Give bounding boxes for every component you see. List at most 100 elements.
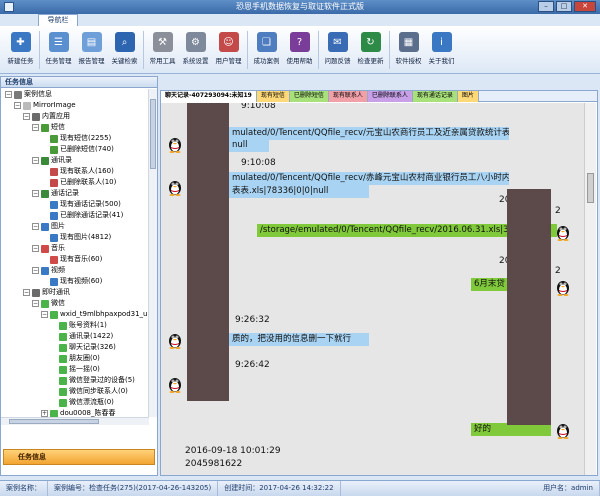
tree-node[interactable]: 现有视频(60) xyxy=(1,276,149,287)
nav-tab[interactable]: 导航栏 xyxy=(38,14,78,26)
tree-node[interactable]: 已删除短信(740) xyxy=(1,144,149,155)
tree-node[interactable]: 朋友圈(0) xyxy=(1,353,149,364)
tree-node[interactable]: 现有音乐(60) xyxy=(1,254,149,265)
tree-node[interactable]: 微信漂流瓶(0) xyxy=(1,397,149,408)
toolbar-button-2[interactable]: ☰ 任务管理 xyxy=(42,26,75,74)
tree-node[interactable]: 聊天记录(326) xyxy=(1,342,149,353)
tree-node-label: 账号资料(1) xyxy=(69,321,107,329)
tree-node[interactable]: 现有通话记录(500) xyxy=(1,199,149,210)
content-tab-4[interactable]: 现有联系人 xyxy=(328,91,368,102)
tree-node-label: 已删除通话记录(41) xyxy=(60,211,124,219)
message-timestamp: 2 xyxy=(555,266,561,276)
tree-node[interactable]: 现有图片(4812) xyxy=(1,232,149,243)
collapse-icon[interactable]: − xyxy=(23,289,30,296)
toolbar-button-3[interactable]: ▤ 报告管理 xyxy=(75,26,108,74)
tree-horizontal-scrollbar[interactable] xyxy=(1,417,149,425)
tree-node[interactable]: 通讯录(1422) xyxy=(1,331,149,342)
collapse-icon[interactable]: − xyxy=(32,300,39,307)
tree-node[interactable]: − 图片 xyxy=(1,221,149,232)
tree-node[interactable]: 现有联系人(160) xyxy=(1,166,149,177)
content-tab-1[interactable]: 聊天记录-407293094:未知19 xyxy=(161,91,257,102)
toolbar-button-label: 问题反馈 xyxy=(324,57,351,65)
tree-node-icon xyxy=(59,398,67,407)
content-tab-7[interactable]: 图片 xyxy=(457,91,479,102)
tree-node-icon xyxy=(59,321,67,330)
content-tab-3[interactable]: 已删除短信 xyxy=(289,91,329,102)
tree-node[interactable]: − 通讯录 xyxy=(1,155,149,166)
collapse-icon[interactable]: − xyxy=(32,223,39,230)
tree-node[interactable]: − 通话记录 xyxy=(1,188,149,199)
tree-node-label: 通话记录 xyxy=(51,189,79,197)
collapse-icon[interactable]: − xyxy=(32,157,39,164)
message-bubble-received: 表表.xls|78336|0|0|null xyxy=(229,185,369,198)
tree-node[interactable]: 微信同步联系人(0) xyxy=(1,386,149,397)
tree-node-label: MirrorImage xyxy=(33,101,76,109)
tree-node[interactable]: − 视频 xyxy=(1,265,149,276)
collapse-icon[interactable]: − xyxy=(32,190,39,197)
message-timestamp: 9:10:08 xyxy=(241,103,276,111)
content-tab-5[interactable]: 已删除联系人 xyxy=(367,91,413,102)
task-manage-icon: ☰ xyxy=(48,32,69,52)
scroll-thumb[interactable] xyxy=(9,419,99,424)
collapse-icon[interactable]: − xyxy=(5,91,12,98)
toolbar-button-10[interactable]: ✉ 问题反馈 xyxy=(321,26,354,74)
tree-node[interactable]: − 音乐 xyxy=(1,243,149,254)
tree-node[interactable]: + dou0008_陈春春 xyxy=(1,408,149,417)
tree-node-label: 内置应用 xyxy=(42,112,70,120)
toolbar-button-11[interactable]: ↻ 检查更新 xyxy=(354,26,387,74)
tree-vertical-scrollbar[interactable] xyxy=(148,89,157,417)
toolbar-button-1[interactable]: ✚ 新建任务 xyxy=(4,26,37,74)
tree-node[interactable]: − 即时通讯 xyxy=(1,287,149,298)
tree-node[interactable]: − 短信 xyxy=(1,122,149,133)
toolbar-button-9[interactable]: ? 使用帮助 xyxy=(283,26,316,74)
tree-node[interactable]: − wxid_t9mlbhpaxpod31_u xyxy=(1,309,149,320)
qq-penguin-avatar-icon xyxy=(555,421,571,439)
tree-node-icon xyxy=(50,233,58,242)
tree-node-label: 即时通讯 xyxy=(42,288,70,296)
app-icon xyxy=(4,2,14,12)
tree-node[interactable]: 微信登录过的设备(5) xyxy=(1,375,149,386)
tree-node[interactable]: 账号资料(1) xyxy=(1,320,149,331)
maximize-icon[interactable]: □ xyxy=(556,1,572,12)
collapse-icon[interactable]: − xyxy=(23,113,30,120)
scroll-thumb[interactable] xyxy=(150,99,156,169)
tree-node[interactable]: 现有短信(2255) xyxy=(1,133,149,144)
close-icon[interactable]: ✕ xyxy=(574,1,596,12)
tree-node[interactable]: − 内置应用 xyxy=(1,111,149,122)
toolbar-button-4[interactable]: ⌕ 关键检索 xyxy=(108,26,141,74)
toolbar-button-5[interactable]: ⚒ 常用工具 xyxy=(146,26,179,74)
tree-node-icon xyxy=(59,376,67,385)
toolbar-button-7[interactable]: ☺ 用户管理 xyxy=(212,26,245,74)
collapse-icon[interactable]: − xyxy=(32,267,39,274)
tree-node-icon xyxy=(41,244,49,253)
content-tab-6[interactable]: 现有通话记录 xyxy=(412,91,458,102)
minimize-icon[interactable]: – xyxy=(538,1,554,12)
task-info-panel: 任务信息 − 案例信息 − MirrorImage − 内置应用 − 短信 现有短信(2255)… xyxy=(0,76,158,476)
content-tab-2[interactable]: 现有短信 xyxy=(256,91,290,102)
toolbar-button-6[interactable]: ⚙ 系统设置 xyxy=(179,26,212,74)
tree-node[interactable]: − MirrorImage xyxy=(1,100,149,111)
status-created: 创建时间：2017-04-26 14:32:22 xyxy=(218,481,341,496)
toolbar-button-8[interactable]: ❏ 成功案例 xyxy=(250,26,283,74)
toolbar-button-12[interactable]: ▦ 软件授权 xyxy=(392,26,425,74)
tools-icon: ⚒ xyxy=(152,32,173,52)
toolbar-button-13[interactable]: i 关于我们 xyxy=(425,26,458,74)
collapse-icon[interactable]: − xyxy=(41,311,48,318)
message-timestamp: 9:10:08 xyxy=(241,158,276,168)
chat-vertical-scrollbar[interactable] xyxy=(584,103,596,475)
tree-node[interactable]: − 微信 xyxy=(1,298,149,309)
tree-node[interactable]: 已删除通话记录(41) xyxy=(1,210,149,221)
collapse-icon[interactable]: − xyxy=(32,124,39,131)
scroll-thumb[interactable] xyxy=(587,173,594,203)
tree-node-icon xyxy=(23,101,31,110)
tree-node[interactable]: 摇一摇(0) xyxy=(1,364,149,375)
tree-node-label: 现有图片(4812) xyxy=(60,233,112,241)
expand-icon[interactable]: + xyxy=(41,410,48,417)
task-info-bottom-tab[interactable]: 任务信息 xyxy=(3,449,155,465)
collapse-icon[interactable]: − xyxy=(14,102,21,109)
tree-node[interactable]: − 案例信息 xyxy=(1,89,149,100)
collapse-icon[interactable]: − xyxy=(32,245,39,252)
tree-node[interactable]: 已删除联系人(10) xyxy=(1,177,149,188)
tree-node-label: 已删除短信(740) xyxy=(60,145,114,153)
tree-node-label: 微信漂流瓶(0) xyxy=(69,398,114,406)
